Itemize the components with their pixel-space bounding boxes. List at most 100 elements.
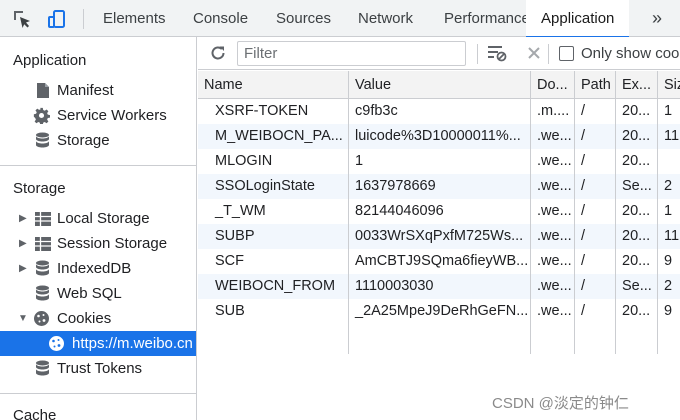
cookie-value-cell: 1110003030	[349, 274, 531, 299]
sidebar-item-indexeddb[interactable]: ▶ IndexedDB	[0, 256, 196, 281]
cookie-expires-cell: 20...	[616, 99, 658, 124]
table-header-row: Name Value Do... Path Ex... Siz	[198, 71, 680, 99]
cookie-name-cell: M_WEIBOCN_PA...	[198, 124, 349, 149]
cookie-value-cell: 1637978669	[349, 174, 531, 199]
cookie-name-cell: WEIBOCN_FROM	[198, 274, 349, 299]
clear-filtered-cookies-icon[interactable]	[486, 42, 508, 64]
tab-elements[interactable]: Elements	[103, 0, 166, 37]
empty-cell	[349, 324, 531, 354]
tab-performance[interactable]: Performance	[444, 0, 530, 37]
cookie-name-cell: MLOGIN	[198, 149, 349, 174]
sidebar-item-web-sql[interactable]: Web SQL	[0, 281, 196, 306]
cookie-size-cell	[658, 149, 680, 174]
cookie-expires-cell: Se...	[616, 274, 658, 299]
tab-sources[interactable]: Sources	[276, 0, 331, 37]
expand-arrow-icon[interactable]: ▶	[19, 206, 27, 231]
empty-cell	[616, 324, 658, 354]
collapse-arrow-icon[interactable]: ▼	[18, 306, 28, 331]
table-row[interactable]: MLOGIN 1 .we.../20...	[198, 149, 680, 174]
watermark-text: CSDN @淡定的钟仁	[492, 395, 629, 412]
cookie-size-cell: 9	[664, 303, 673, 319]
cookie-value-cell: 1	[349, 149, 531, 174]
cookie-size-cell: 11	[664, 128, 680, 144]
database-icon	[34, 360, 51, 377]
table-row[interactable]: SUB _2A25MpeJ9DeRhGeFN... .we.../20... 9	[198, 299, 680, 324]
sidebar-item-label: Cookies	[57, 310, 112, 327]
section-divider	[0, 165, 196, 166]
sidebar-item-local-storage[interactable]: ▶ Local Storage	[0, 206, 196, 231]
cookie-value-cell: _2A25MpeJ9DeRhGeFN...	[349, 299, 531, 324]
column-header-value[interactable]: Value	[349, 71, 531, 98]
sidebar-item-manifest[interactable]: Manifest	[0, 78, 196, 103]
cookie-domain-cell: .we...	[531, 199, 575, 224]
tab-application[interactable]: Application	[526, 0, 630, 38]
toolbar-divider	[477, 44, 478, 64]
cookie-domain-cell: .we...	[531, 174, 575, 199]
sidebar-item-trust-tokens[interactable]: Trust Tokens	[0, 356, 196, 381]
cookies-toolbar: Only show coo	[198, 37, 680, 70]
sidebar-item-cookie-origin[interactable]: https://m.weibo.cn	[0, 331, 196, 356]
cookie-path-cell: /	[575, 149, 616, 174]
column-header-size[interactable]: Siz	[658, 71, 680, 98]
column-header-name[interactable]: Name	[198, 71, 349, 98]
cache-section-title: Cache	[13, 407, 57, 420]
database-icon	[34, 132, 51, 149]
cookie-domain-cell: .we...	[531, 299, 575, 324]
cookies-pane: Only show coo Name Value Do... Path Ex..…	[198, 37, 680, 420]
only-show-checkbox[interactable]	[559, 46, 574, 61]
table-row[interactable]: M_WEIBOCN_PA... luicode%3D10000011%... .we…	[198, 124, 680, 149]
cookie-name-cell: SUB	[198, 299, 349, 324]
refresh-icon[interactable]	[207, 42, 229, 64]
tab-console[interactable]: Console	[193, 0, 248, 37]
cookie-expires-cell: 20...	[616, 249, 658, 274]
cookie-name-cell: SSOLoginState	[198, 174, 349, 199]
cookie-path-cell: /	[575, 174, 616, 199]
cookie-name-cell: XSRF-TOKEN	[198, 99, 349, 124]
cookie-domain-cell: .we...	[531, 224, 575, 249]
cookie-expires-cell: Se...	[616, 174, 658, 199]
cookie-expires-cell: 20...	[616, 199, 658, 224]
sidebar-item-label: https://m.weibo.cn	[72, 335, 193, 352]
database-icon	[34, 285, 51, 302]
manifest-file-icon	[34, 82, 51, 99]
cookie-expires-cell: 20...	[616, 299, 658, 324]
column-header-path[interactable]: Path	[575, 71, 616, 98]
clear-cookie-icon[interactable]	[523, 42, 545, 64]
table-grid-icon	[34, 210, 51, 227]
cookie-path-cell: /	[575, 249, 616, 274]
cookie-value-cell: 0033WrSXqPxfM725Ws...	[349, 224, 531, 249]
sidebar-item-storage-overview[interactable]: Storage	[0, 128, 196, 153]
application-sidebar: Application Manifest Service Workers Sto…	[0, 37, 197, 420]
tab-network[interactable]: Network	[358, 0, 413, 37]
cookie-icon	[33, 310, 50, 327]
inspect-element-icon[interactable]	[11, 8, 33, 30]
cookie-path-cell: /	[575, 299, 616, 324]
cookie-expires-cell: 20...	[616, 224, 658, 249]
application-section-title: Application	[13, 52, 87, 69]
filter-input[interactable]	[237, 41, 466, 66]
more-tabs-icon[interactable]: »	[652, 0, 662, 37]
sidebar-item-session-storage[interactable]: ▶ Session Storage	[0, 231, 196, 256]
table-row[interactable]: SUBP 0033WrSXqPxfM725Ws... .we.../20... 11	[198, 224, 680, 249]
table-row[interactable]: SCF AmCBTJ9SQma6fieyWB... .we.../20... 9	[198, 249, 680, 274]
sidebar-item-label: Session Storage	[57, 235, 168, 252]
expand-arrow-icon[interactable]: ▶	[19, 256, 27, 281]
table-row[interactable]: _T_WM 82144046096 .we.../20... 1	[198, 199, 680, 224]
cookie-name-cell: SUBP	[198, 224, 349, 249]
device-toolbar-icon[interactable]	[46, 8, 68, 30]
expand-arrow-icon[interactable]: ▶	[19, 231, 27, 256]
column-header-domain[interactable]: Do...	[531, 71, 575, 98]
cookie-domain-cell: .we...	[531, 274, 575, 299]
table-row[interactable]: XSRF-TOKEN c9fb3c .m..../20... 1	[198, 99, 680, 124]
cookie-expires-cell: 20...	[616, 149, 658, 174]
sidebar-item-cookies[interactable]: ▼ Cookies	[0, 306, 196, 331]
sidebar-item-service-workers[interactable]: Service Workers	[0, 103, 196, 128]
toolbar-divider	[83, 9, 84, 29]
cookie-value-cell: AmCBTJ9SQma6fieyWB...	[349, 249, 531, 274]
cookie-path-cell: /	[575, 274, 616, 299]
table-row[interactable]: WEIBOCN_FROM 1110003030 .we... / Se... 2	[198, 274, 680, 299]
sidebar-item-label: Web SQL	[57, 285, 122, 302]
cookie-path-cell: /	[575, 199, 616, 224]
column-header-expires[interactable]: Ex...	[616, 71, 658, 98]
table-row[interactable]: SSOLoginState 1637978669 .we... / Se... 2	[198, 174, 680, 199]
